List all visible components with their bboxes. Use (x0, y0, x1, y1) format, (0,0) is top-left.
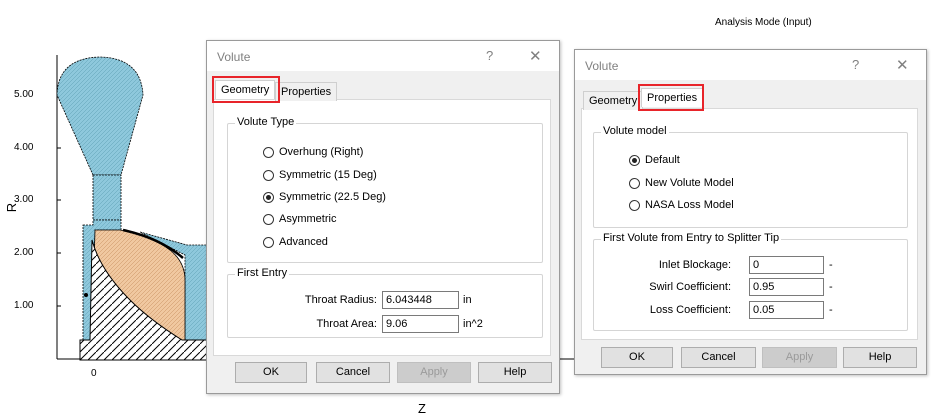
dialog-titlebar[interactable]: Volute ? ✕ (207, 41, 559, 71)
radio-label: Default (645, 154, 680, 166)
swirl-coefficient-unit: - (829, 281, 833, 293)
radio-symmetric-22-5[interactable]: Symmetric (22.5 Deg) (263, 190, 386, 204)
radio-nasa-loss-model[interactable]: NASA Loss Model (629, 198, 734, 212)
volute-properties-dialog: Volute ? ✕ Geometry Properties Volute mo… (574, 49, 927, 375)
radio-button[interactable] (629, 177, 640, 189)
dialog-titlebar[interactable]: Volute ? ✕ (575, 50, 926, 80)
radio-new-volute-model[interactable]: New Volute Model (629, 176, 734, 190)
inlet-blockage-label: Inlet Blockage: (658, 259, 731, 271)
group-title: Volute Type (235, 116, 297, 128)
y-tick-label: 2.00 (14, 247, 34, 258)
radio-button[interactable] (263, 146, 274, 158)
group-title: First Entry (235, 267, 290, 279)
radio-button[interactable] (629, 199, 640, 211)
cancel-button[interactable]: Cancel (316, 362, 390, 383)
volute-geometry-dialog: Volute ? ✕ Geometry Properties Volute Ty… (206, 40, 560, 394)
radio-label: New Volute Model (645, 177, 734, 189)
group-title: Volute model (601, 125, 669, 137)
tab-properties[interactable]: Properties (275, 82, 338, 101)
radio-overhung-right[interactable]: Overhung (Right) (263, 145, 363, 159)
throat-area-label: Throat Area: (316, 318, 377, 330)
throat-area-field[interactable]: 9.06 (382, 315, 459, 333)
close-icon[interactable]: ✕ (529, 47, 542, 65)
tab-highlight-box (638, 84, 704, 111)
analysis-mode-label: Analysis Mode (Input) (715, 17, 812, 28)
radio-advanced[interactable]: Advanced (263, 235, 328, 249)
x-axis-label: Z (418, 401, 426, 416)
tab-geometry[interactable]: Geometry (583, 91, 644, 110)
y-tick-label: 5.00 (14, 89, 34, 100)
help-button[interactable]: Help (843, 347, 917, 368)
radio-button[interactable] (263, 213, 274, 225)
close-icon[interactable]: ✕ (896, 56, 909, 74)
swirl-coefficient-label: Swirl Coefficient: (649, 281, 731, 293)
dialog-title: Volute (217, 50, 251, 64)
radio-button[interactable] (263, 236, 274, 248)
swirl-coefficient-field[interactable]: 0.95 (749, 278, 824, 296)
dialog-title: Volute (585, 59, 619, 73)
radio-button-selected[interactable] (263, 191, 274, 203)
group-title: First Volute from Entry to Splitter Tip (601, 232, 782, 244)
radio-asymmetric[interactable]: Asymmetric (263, 212, 336, 226)
radio-label: Overhung (Right) (279, 146, 364, 158)
inlet-blockage-field[interactable]: 0 (749, 256, 824, 274)
throat-area-unit: in^2 (463, 318, 483, 330)
y-tick-label: 1.00 (14, 300, 34, 311)
apply-button[interactable]: Apply (397, 362, 471, 383)
radio-label: Symmetric (22.5 Deg) (279, 191, 386, 203)
x-tick-label: 0 (91, 368, 97, 379)
loss-coefficient-label: Loss Coefficient: (649, 304, 731, 316)
radio-label: Asymmetric (279, 213, 337, 225)
volute-funnel-shape (56, 56, 144, 176)
radio-default[interactable]: Default (629, 153, 680, 167)
tab-highlight-box (212, 76, 280, 103)
ok-button[interactable]: OK (601, 347, 673, 368)
cancel-button[interactable]: Cancel (681, 347, 756, 368)
apply-button[interactable]: Apply (762, 347, 837, 368)
throat-radius-field[interactable]: 6.043448 (382, 291, 459, 309)
y-axis-label: R (4, 202, 20, 213)
help-icon[interactable]: ? (852, 57, 859, 72)
help-button[interactable]: Help (478, 362, 552, 383)
radio-label: Advanced (279, 236, 328, 248)
radio-label: Symmetric (15 Deg) (279, 169, 377, 181)
ok-button[interactable]: OK (235, 362, 307, 383)
loss-coefficient-unit: - (829, 304, 833, 316)
inlet-blockage-unit: - (829, 259, 833, 271)
help-icon[interactable]: ? (486, 48, 493, 63)
y-tick-marks (57, 94, 61, 307)
radio-symmetric-15[interactable]: Symmetric (15 Deg) (263, 168, 377, 182)
throat-radius-unit: in (463, 294, 472, 306)
y-tick-label: 4.00 (14, 142, 34, 153)
loss-coefficient-field[interactable]: 0.05 (749, 301, 824, 319)
radio-label: NASA Loss Model (645, 199, 734, 211)
throat-radius-label: Throat Radius: (304, 294, 377, 306)
volute-neck-shape (92, 174, 122, 221)
radio-button-selected[interactable] (629, 154, 640, 166)
radio-button[interactable] (263, 169, 274, 181)
